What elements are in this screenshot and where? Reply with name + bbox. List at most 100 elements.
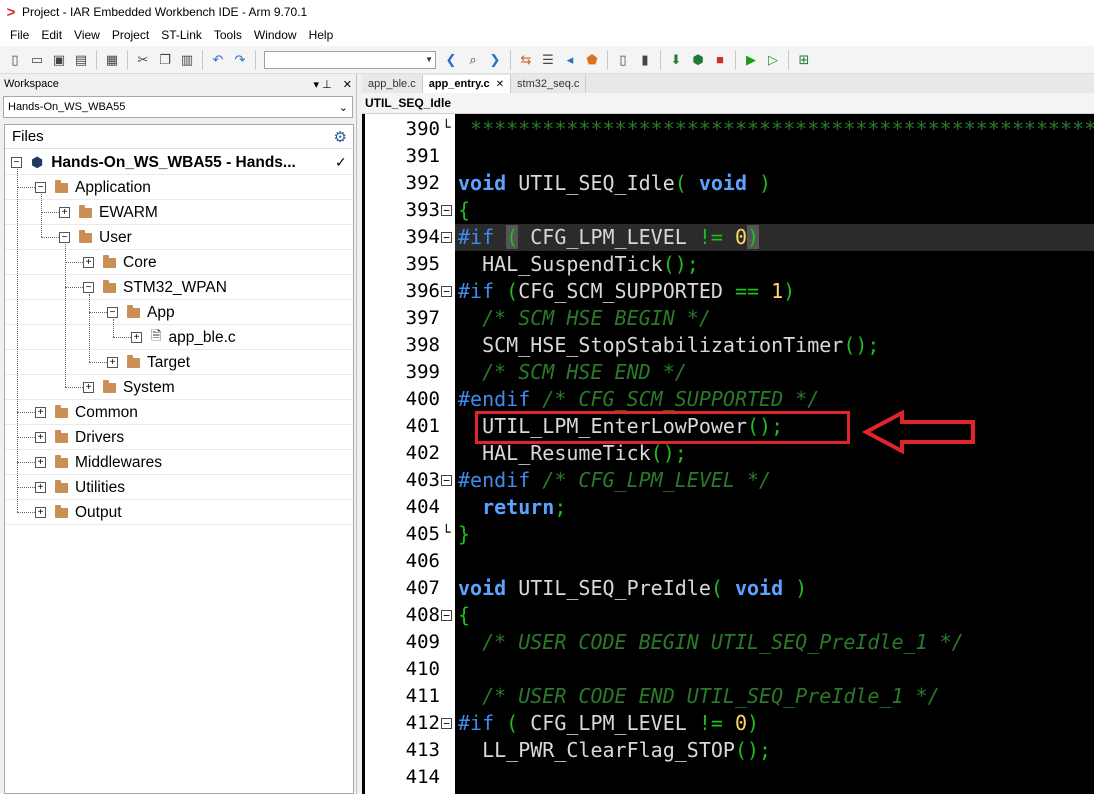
tree-item[interactable]: + Output [35,500,122,525]
code-line[interactable]: { [458,197,470,224]
menu-st-link[interactable]: ST-Link [155,24,208,46]
code-line[interactable]: HAL_ResumeTick(); [458,440,687,467]
tree-item[interactable]: − User [59,225,132,250]
expand-icon[interactable]: + [35,432,46,443]
undo-icon[interactable]: ↶ [208,50,228,70]
redo-icon[interactable]: ↷ [230,50,250,70]
code-line[interactable]: SCM_HSE_StopStabilizationTimer(); [458,332,879,359]
tree-item[interactable]: + System [83,375,175,400]
fold-collapse-icon[interactable]: − [441,610,452,621]
fold-collapse-icon[interactable]: − [441,286,452,297]
expand-icon[interactable]: + [35,457,46,468]
open-icon[interactable]: ▭ [27,50,47,70]
code-line[interactable]: } [458,521,470,548]
tree-item[interactable]: − ⬢ Hands-On_WS_WBA55 - Hands... [11,150,296,175]
menu-tools[interactable]: Tools [208,24,248,46]
stop-icon[interactable]: ■ [710,50,730,70]
make-icon[interactable]: ▮ [635,50,655,70]
collapse-icon[interactable]: − [83,282,94,293]
code-line[interactable]: #endif /* CFG_LPM_LEVEL */ [458,467,771,494]
expand-icon[interactable]: + [107,357,118,368]
nav-forward-icon[interactable]: ❯ [485,50,505,70]
shield-icon[interactable]: ⬟ [582,50,602,70]
cut-icon[interactable]: ✂ [133,50,153,70]
new-file-icon[interactable]: ▯ [5,50,25,70]
tree-item[interactable]: + Common [35,400,138,425]
fold-collapse-icon[interactable]: − [441,205,452,216]
tree-item[interactable]: + EWARM [59,200,158,225]
collapse-icon[interactable]: − [35,182,46,193]
debug-icon[interactable]: ▶ [741,50,761,70]
find-icon[interactable]: ⌕ [463,50,483,70]
tree-item[interactable]: + Utilities [35,475,125,500]
expand-icon[interactable]: + [131,332,142,343]
tree-item[interactable]: + Middlewares [35,450,162,475]
code-editor[interactable]: 390 └ 391 392 393−394−395 396−397 398 399 400 401… [362,114,1094,794]
save-all-icon[interactable]: ▤ [71,50,91,70]
copy-icon[interactable]: ❐ [155,50,175,70]
print-icon[interactable]: ▦ [102,50,122,70]
tree-item[interactable]: + Target [107,350,190,375]
menu-window[interactable]: Window [248,24,303,46]
replace-icon[interactable]: ⇆ [516,50,536,70]
code-line[interactable]: #if (CFG_SCM_SUPPORTED == 1) [458,278,795,305]
tree-item[interactable]: + Core [83,250,157,275]
code-line[interactable]: ****************************************… [458,116,1094,143]
tab-app-entry-c[interactable]: app_entry.c ✕ [422,75,512,93]
menu-view[interactable]: View [68,24,106,46]
tab-app-ble-c[interactable]: app_ble.c [362,75,423,93]
expand-icon[interactable]: + [83,382,94,393]
menu-file[interactable]: File [4,24,35,46]
fold-collapse-icon[interactable]: − [441,232,452,243]
code-line[interactable]: /* USER CODE BEGIN UTIL_SEQ_PreIdle_1 */ [458,629,964,656]
expand-icon[interactable]: + [59,207,70,218]
nav-back-icon[interactable]: ❮ [441,50,461,70]
expand-icon[interactable]: + [83,257,94,268]
tree-item[interactable]: − Application [35,175,151,200]
workspace-close-icon[interactable]: ✕ [343,79,352,91]
stack-icon[interactable]: ⊞ [794,50,814,70]
workspace-config-select[interactable]: Hands-On_WS_WBA55 ⌄ [3,96,353,118]
tree-item[interactable]: − STM32_WPAN [83,275,227,300]
code-line[interactable]: /* SCM HSE BEGIN */ [458,305,711,332]
find-combo[interactable]: ▼ [264,50,436,69]
file-compile-icon[interactable]: ▯ [613,50,633,70]
close-icon[interactable]: ✕ [496,79,504,90]
code-line[interactable]: void UTIL_SEQ_Idle( void ) [458,170,771,197]
code-line[interactable]: HAL_SuspendTick(); [458,251,699,278]
menu-help[interactable]: Help [303,24,340,46]
code-line[interactable]: LL_PWR_ClearFlag_STOP(); [458,737,771,764]
collapse-icon[interactable]: − [59,232,70,243]
code-line[interactable]: #if ( CFG_LPM_LEVEL != 0) [458,224,760,251]
tab-stm32-seq-c[interactable]: stm32_seq.c [511,75,587,93]
menu-edit[interactable]: Edit [35,24,68,46]
expand-icon[interactable]: + [35,407,46,418]
workspace-pin-icon[interactable]: ▾ ⊥ [314,79,332,91]
paste-icon[interactable]: ▥ [177,50,197,70]
tree-item[interactable]: + 🗎 app_ble.c [131,325,236,350]
code-line[interactable]: return; [458,494,566,521]
code-line[interactable]: void UTIL_SEQ_PreIdle( void ) [458,575,807,602]
tree-item[interactable]: − App [107,300,175,325]
code-line[interactable]: /* SCM HSE END */ [458,359,687,386]
menu-project[interactable]: Project [106,24,155,46]
fold-collapse-icon[interactable]: − [441,475,452,486]
code-line[interactable]: { [458,602,470,629]
expand-icon[interactable]: + [35,507,46,518]
bookmark-icon[interactable]: ◂ [560,50,580,70]
save-icon[interactable]: ▣ [49,50,69,70]
build-icon[interactable]: ⬢ [688,50,708,70]
goto-icon[interactable]: ☰ [538,50,558,70]
expand-icon[interactable]: + [35,482,46,493]
code-line[interactable]: /* USER CODE END UTIL_SEQ_PreIdle_1 */ [458,683,940,710]
collapse-icon[interactable]: − [107,307,118,318]
code-line[interactable]: #endif /* CFG_SCM_SUPPORTED */ [458,386,819,413]
gear-icon[interactable]: ⚙ [334,128,347,146]
debug-nodownload-icon[interactable]: ▷ [763,50,783,70]
tree-item[interactable]: + Drivers [35,425,124,450]
download-icon[interactable]: ⬇ [666,50,686,70]
fold-collapse-icon[interactable]: − [441,718,452,729]
function-bar[interactable]: UTIL_SEQ_Idle [362,93,1094,114]
collapse-icon[interactable]: − [11,157,22,168]
code-line[interactable]: #if ( CFG_LPM_LEVEL != 0) [458,710,759,737]
